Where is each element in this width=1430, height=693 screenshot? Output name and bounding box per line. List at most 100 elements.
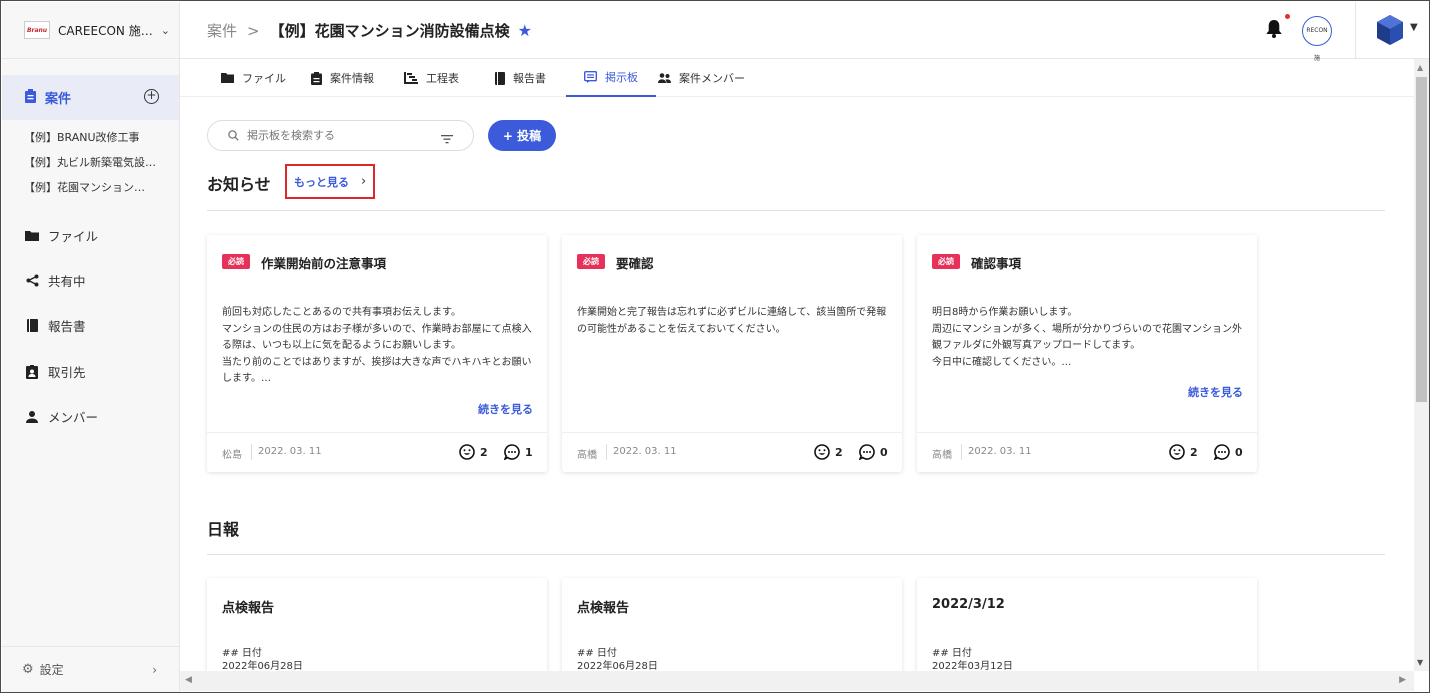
tab-members[interactable]: 案件メンバー xyxy=(658,59,745,97)
chevron-right-icon: › xyxy=(361,174,367,189)
breadcrumb-separator: > xyxy=(247,21,260,40)
author-name: 松島 xyxy=(222,450,242,461)
clipboard-icon xyxy=(311,71,322,85)
user-avatar[interactable] xyxy=(1375,14,1405,50)
notification-dot xyxy=(1285,14,1290,19)
contact-card-icon xyxy=(24,364,40,379)
org-name: CAREECON 施… xyxy=(58,23,153,38)
sidebar-item-reports[interactable]: 報告書 xyxy=(24,316,86,335)
notice-card[interactable]: 必読 作業開始前の注意事項 前回も対応したことあるので共有事項お伝えします。 マ… xyxy=(207,235,547,472)
person-icon xyxy=(24,410,40,423)
add-project-icon[interactable]: + xyxy=(144,89,159,104)
see-more-link[interactable]: もっと見る › xyxy=(285,164,375,199)
filter-icon[interactable] xyxy=(441,129,453,148)
notice-body: 明日8時から作業お願いします。 周辺にマンションが多く、場所が分かりづらいので花… xyxy=(932,307,1242,368)
sidebar-item-projects[interactable]: 案件 + xyxy=(2,75,179,120)
org-switcher[interactable]: Branu CAREECON 施… ⌄ xyxy=(2,2,179,59)
must-read-badge: 必読 xyxy=(932,254,960,269)
sidebar-item-shared[interactable]: 共有中 xyxy=(24,271,86,290)
notices-section-title: お知らせ xyxy=(207,175,271,194)
report-preview: ## 日付 2022年03月12日 xyxy=(932,647,1013,672)
people-icon xyxy=(658,73,671,83)
bell-icon[interactable] xyxy=(1266,19,1282,42)
notice-title: 作業開始前の注意事項 xyxy=(261,256,387,271)
caret-down-icon[interactable]: ▼ xyxy=(1410,22,1418,33)
gantt-icon xyxy=(404,72,418,84)
project-list: 【例】BRANU改修工事 【例】丸ビル新築電気設… 【例】花園マンション… xyxy=(24,130,156,205)
sidebar: Branu CAREECON 施… ⌄ 案件 + 【例】BRANU改修工事 【例… xyxy=(2,2,180,692)
tab-schedule[interactable]: 工程表 xyxy=(404,59,459,97)
book-icon xyxy=(495,71,505,85)
daily-report-card[interactable]: 2022/3/12 ## 日付 2022年03月12日 xyxy=(917,578,1257,672)
sidebar-item-clients[interactable]: 取引先 xyxy=(24,362,86,381)
app-window: Branu CAREECON 施… ⌄ 案件 + 【例】BRANU改修工事 【例… xyxy=(0,0,1430,693)
section-divider xyxy=(207,210,1385,211)
report-line: ## 日付 xyxy=(577,648,617,659)
search-icon xyxy=(228,126,239,145)
comment-icon xyxy=(504,444,520,460)
notice-body: 作業開始と完了報告は忘れずに必ずビルに連絡して、該当箇所で発報の可能性があること… xyxy=(577,307,887,335)
reaction-comment[interactable]: 0 xyxy=(1214,444,1243,460)
sidebar-item-files[interactable]: ファイル xyxy=(24,226,98,245)
report-title: 2022/3/12 xyxy=(932,597,1005,612)
star-icon[interactable]: ★ xyxy=(518,21,532,40)
tab-reports[interactable]: 報告書 xyxy=(495,59,546,97)
daily-report-card[interactable]: 点検報告 ## 日付 2022年06月28日 xyxy=(207,578,547,672)
read-more-link[interactable]: 続きを見る xyxy=(1188,384,1243,400)
board-search[interactable] xyxy=(207,120,474,151)
reaction-comment[interactable]: 1 xyxy=(504,444,533,460)
daily-section-title: 日報 xyxy=(207,520,240,539)
report-line: ## 日付 xyxy=(932,648,972,659)
must-read-badge: 必読 xyxy=(222,254,250,269)
report-title: 点検報告 xyxy=(577,601,630,616)
read-more-link[interactable]: 続きを見る xyxy=(478,401,533,417)
post-button[interactable]: + 投稿 xyxy=(488,120,556,151)
author-name: 高橋 xyxy=(932,450,952,461)
report-title: 点検報告 xyxy=(222,601,275,616)
board-content: + 投稿 お知らせ もっと見る › 必読 作業開始前の注意事項 前回も対応したこ… xyxy=(180,97,1414,672)
company-avatar[interactable]: RECON 施 xyxy=(1302,16,1332,62)
scroll-down-icon[interactable]: ▼ xyxy=(1417,658,1423,667)
smile-count: 2 xyxy=(835,445,843,459)
reaction-comment[interactable]: 0 xyxy=(859,444,888,460)
sidebar-item-label: 案件 xyxy=(45,92,72,107)
tab-board[interactable]: 掲示板 xyxy=(566,59,656,97)
search-input[interactable] xyxy=(247,129,417,142)
company-logo: Branu xyxy=(24,21,50,39)
comment-icon xyxy=(1214,444,1230,460)
reaction-smile[interactable]: 2 xyxy=(814,444,843,460)
vertical-scrollbar[interactable]: ▲ ▼ xyxy=(1414,59,1429,671)
card-footer: 高橋 2022. 03. 11 2 0 xyxy=(917,432,1257,472)
project-item[interactable]: 【例】BRANU改修工事 xyxy=(24,130,156,155)
tab-files[interactable]: ファイル xyxy=(221,59,286,97)
notice-card[interactable]: 必読 要確認 作業開始と完了報告は忘れずに必ずビルに連絡して、該当箇所で発報の可… xyxy=(562,235,902,472)
settings-button[interactable]: ⚙ 設定 › xyxy=(2,646,179,692)
divider xyxy=(251,444,252,460)
notice-card[interactable]: 必読 確認事項 明日8時から作業お願いします。 周辺にマンションが多く、場所が分… xyxy=(917,235,1257,472)
divider xyxy=(1355,2,1356,59)
reaction-smile[interactable]: 2 xyxy=(1169,444,1198,460)
scroll-thumb[interactable] xyxy=(1416,77,1427,402)
share-icon xyxy=(24,274,40,287)
post-date: 2022. 03. 11 xyxy=(968,446,1032,457)
folder-icon xyxy=(24,230,40,241)
horizontal-scrollbar[interactable]: ◀ ▶ xyxy=(180,671,1414,691)
settings-label: 設定 xyxy=(39,663,64,677)
section-divider xyxy=(207,554,1385,555)
book-icon xyxy=(24,319,40,332)
scroll-up-icon[interactable]: ▲ xyxy=(1417,63,1423,72)
reaction-smile[interactable]: 2 xyxy=(459,444,488,460)
project-item[interactable]: 【例】丸ビル新築電気設… xyxy=(24,155,156,180)
tab-label: 案件情報 xyxy=(330,72,374,85)
scroll-left-icon[interactable]: ◀ xyxy=(185,675,192,685)
smile-icon xyxy=(814,444,830,460)
divider xyxy=(606,444,607,460)
report-preview: ## 日付 2022年06月28日 xyxy=(222,647,303,672)
sidebar-item-members[interactable]: メンバー xyxy=(24,407,98,426)
scroll-right-icon[interactable]: ▶ xyxy=(1399,675,1406,685)
project-item[interactable]: 【例】花園マンション… xyxy=(24,180,156,205)
daily-report-card[interactable]: 点検報告 ## 日付 2022年06月28日 xyxy=(562,578,902,672)
page-title: 【例】花園マンション消防設備点検 xyxy=(269,22,510,40)
tab-project-info[interactable]: 案件情報 xyxy=(311,59,374,97)
breadcrumb-root[interactable]: 案件 xyxy=(207,20,237,41)
